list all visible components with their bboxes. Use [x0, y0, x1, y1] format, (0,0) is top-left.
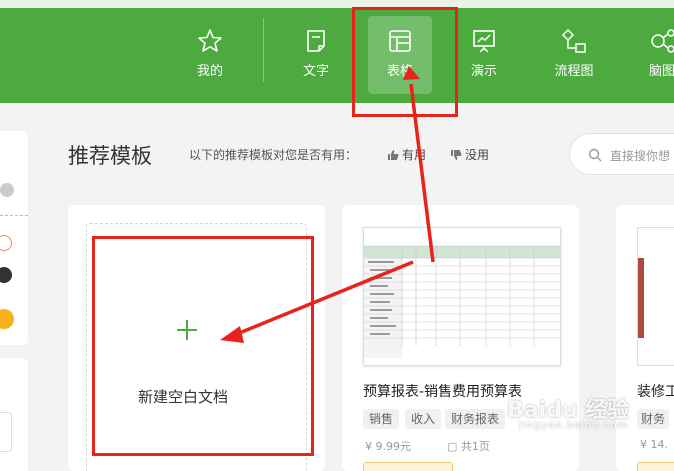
- useful-label: 有用: [402, 148, 427, 162]
- nav-label-text: 文字: [302, 64, 329, 79]
- top-nav-bar: 我的 文字 表格 演示 流程图 脑图: [0, 0, 674, 103]
- page-title: 推荐模板: [68, 144, 152, 168]
- watermark: Baidu 经验 jingyan.baidu.com: [507, 392, 667, 442]
- template-title[interactable]: 预算报表-销售费用预算表: [363, 381, 522, 401]
- color-option[interactable]: [0, 235, 12, 251]
- sidebar-panel: [0, 131, 28, 345]
- thumb-down-icon: [451, 149, 462, 160]
- thumb-up-icon: [388, 149, 399, 160]
- useless-label: 没用: [465, 148, 490, 162]
- nav-item-mindmap[interactable]: 脑图: [630, 16, 674, 94]
- color-option[interactable]: [0, 267, 12, 283]
- search-input[interactable]: 直接搜你想: [569, 133, 674, 175]
- search-placeholder: 直接搜你想: [610, 149, 671, 163]
- template-thumbnail[interactable]: [363, 227, 561, 366]
- thumbnail-accent: [638, 258, 644, 338]
- sidebar-panel-lower: [0, 358, 28, 471]
- mindmap-icon: [649, 28, 674, 54]
- divider: [0, 215, 28, 216]
- watermark-sub: jingyan.baidu.com: [519, 420, 629, 431]
- template-pages: ▢ 共1页: [447, 438, 490, 454]
- flowchart-icon: [561, 28, 587, 54]
- useless-button[interactable]: 没用: [450, 146, 489, 163]
- price-value: 9.99元: [375, 440, 412, 453]
- annotation-box-blank: [92, 236, 314, 456]
- nav-label-mine: 我的: [196, 64, 223, 79]
- nav-label-mindmap: 脑图: [648, 64, 674, 79]
- nav-item-flowchart[interactable]: 流程图: [542, 16, 606, 94]
- pages-icon: ▢: [447, 440, 461, 453]
- useful-button[interactable]: 有用: [387, 146, 426, 163]
- presentation-icon: [471, 28, 497, 54]
- pages-value: 共1页: [460, 440, 490, 453]
- chevron-down-icon[interactable]: [0, 183, 14, 197]
- template-thumbnail-2[interactable]: [637, 227, 674, 366]
- template-tag[interactable]: 销售: [363, 409, 400, 429]
- nav-item-text[interactable]: 文字: [284, 16, 348, 94]
- search-icon: [588, 148, 602, 162]
- template-tag[interactable]: 收入: [405, 409, 442, 429]
- nav-item-mine[interactable]: 我的: [178, 16, 242, 94]
- feedback-hint: 以下的推荐模板对您是否有用：: [189, 148, 358, 162]
- coin-icon: ¥: [365, 440, 376, 453]
- document-icon: [303, 28, 329, 54]
- nav-item-slides[interactable]: 演示: [452, 16, 516, 94]
- annotation-box-sheet: [352, 7, 458, 117]
- nav-label-slides: 演示: [470, 64, 497, 79]
- use-template-button-2[interactable]: [637, 462, 674, 471]
- nav-separator: [263, 18, 264, 82]
- template-tag[interactable]: 财务报表: [445, 409, 506, 429]
- use-template-button[interactable]: [363, 462, 453, 471]
- crown-icon[interactable]: [0, 309, 14, 329]
- top-fade: [0, 0, 674, 8]
- star-icon: [197, 28, 223, 54]
- nav-label-flowchart: 流程图: [554, 64, 594, 79]
- template-price: ¥ 9.99元: [365, 438, 411, 454]
- sidebar-field[interactable]: [0, 412, 12, 452]
